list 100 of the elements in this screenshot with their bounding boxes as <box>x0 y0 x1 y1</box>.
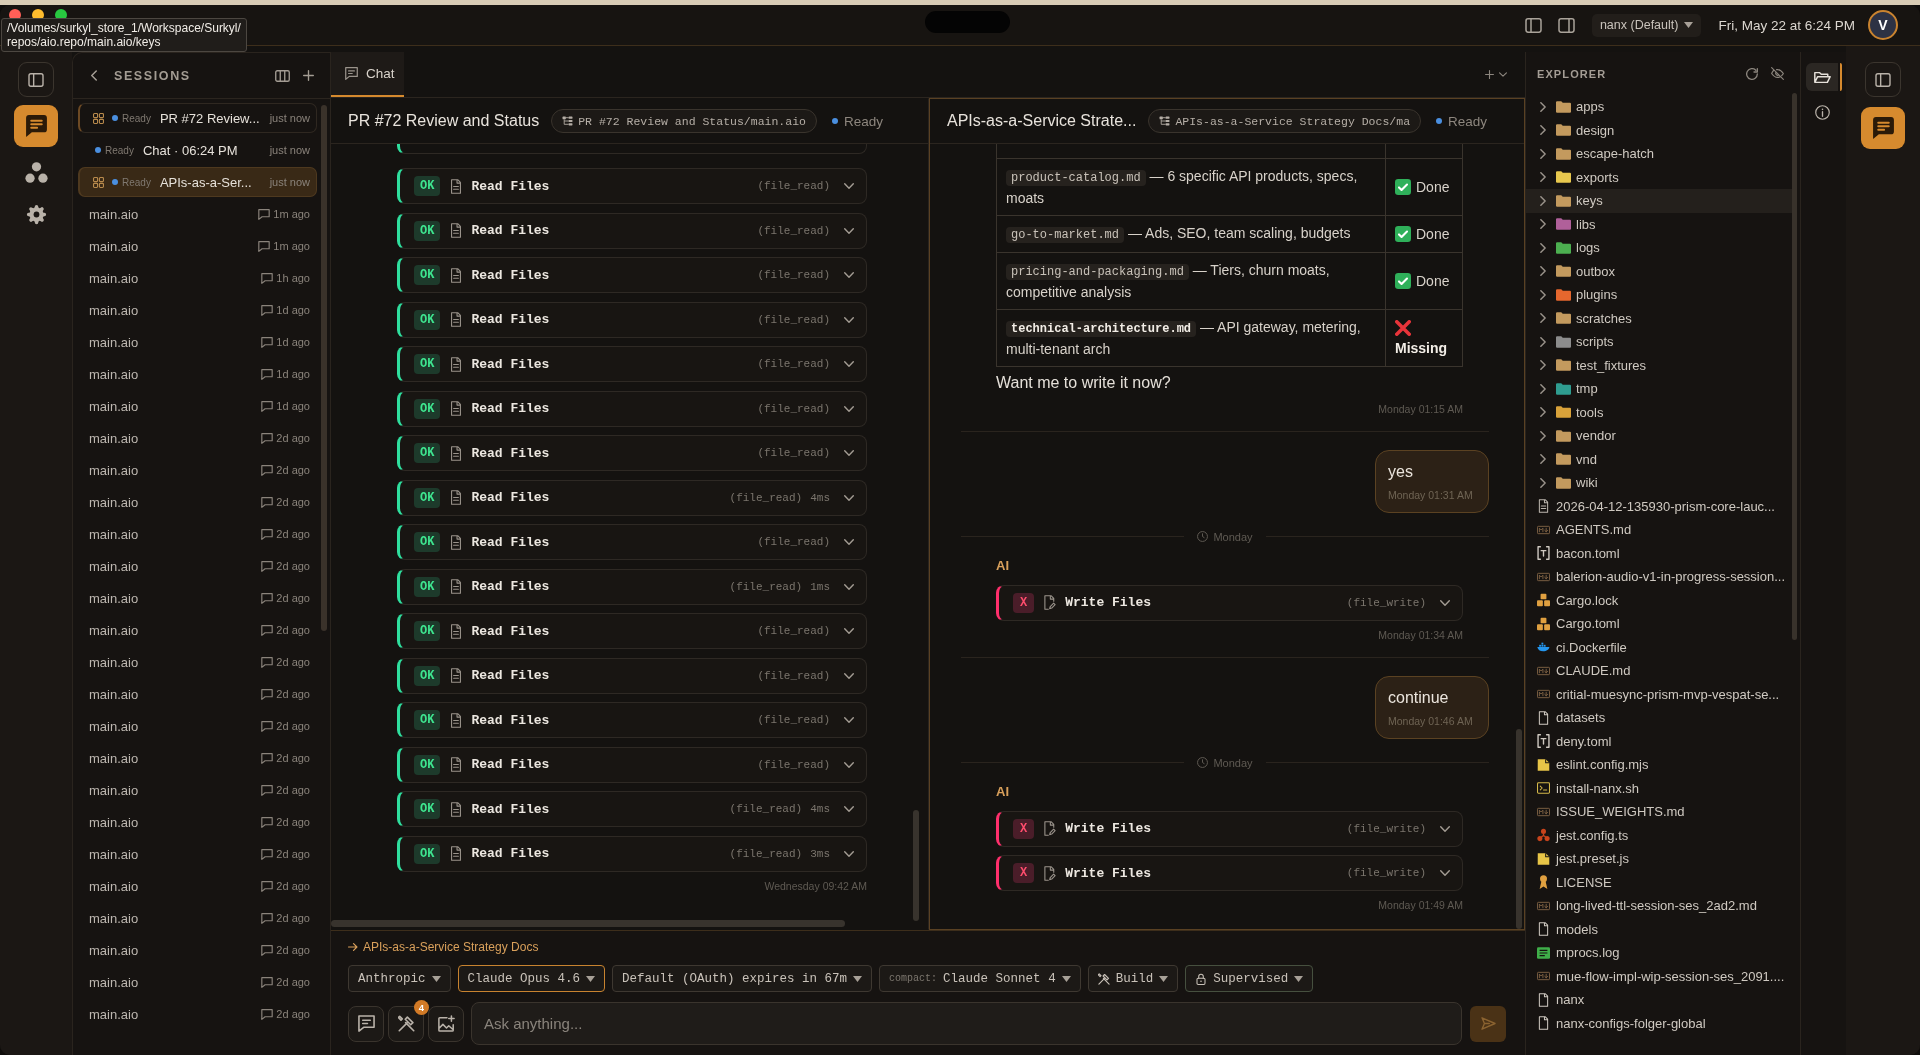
tree-item[interactable]: models <box>1526 917 1792 941</box>
message-input[interactable]: Ask anything... <box>471 1002 1462 1045</box>
tree-item[interactable]: tools <box>1526 400 1792 424</box>
files-button[interactable] <box>1805 63 1842 91</box>
avatar[interactable]: V <box>1868 10 1898 40</box>
session-item[interactable]: main.aio 2d ago <box>78 519 317 549</box>
tool-call-card[interactable]: OK Read Files (file_read) <box>397 702 867 738</box>
tool-call-card[interactable]: X Write Files (file_write) <box>996 584 1463 621</box>
tree-item[interactable]: logs <box>1526 236 1792 260</box>
tree-item[interactable]: nanx-configs-folger-global <box>1526 1011 1792 1035</box>
tree-item[interactable]: apps <box>1526 95 1792 119</box>
tree-item[interactable]: design <box>1526 118 1792 142</box>
session-item[interactable]: main.aio 2d ago <box>78 775 317 805</box>
tree-item[interactable]: escape-hatch <box>1526 142 1792 166</box>
tree-item[interactable]: nanx <box>1526 988 1792 1012</box>
tree-item[interactable]: mprocs.log <box>1526 941 1792 965</box>
session-item[interactable]: main.aio 2d ago <box>78 423 317 453</box>
tool-call-card[interactable]: OK Read Files (file_read) <box>397 257 867 293</box>
plus-icon[interactable] <box>303 70 314 81</box>
tree-item[interactable]: scratches <box>1526 306 1792 330</box>
tool-call-card[interactable]: OK Read Files (file_read) 3ms <box>397 835 867 872</box>
scrollbar[interactable] <box>913 810 919 921</box>
tool-call-card[interactable]: OK Read Files (file_read) <box>397 746 867 783</box>
tree-item[interactable]: plugins <box>1526 283 1792 307</box>
right-sidebar-icon[interactable] <box>1557 17 1575 33</box>
tree-item[interactable]: tmp <box>1526 377 1792 401</box>
chat-tab[interactable]: Chat <box>331 52 404 97</box>
tree-item[interactable]: CLAUDE.md <box>1526 659 1792 683</box>
context-link[interactable]: APIs-as-a-Service Strategy Docs <box>348 940 539 954</box>
session-item[interactable]: main.aio 2d ago <box>78 679 317 709</box>
session-item[interactable]: main.aio 2d ago <box>78 871 317 901</box>
left-sidebar-icon[interactable] <box>1524 17 1542 33</box>
tool-call-card[interactable]: OK Read Files (file_read) <box>397 301 867 338</box>
session-item[interactable]: main.aio 2d ago <box>78 647 317 677</box>
path-chip[interactable]: PR #72 Review and Status/main.aio <box>551 109 817 133</box>
session-item[interactable]: main.aio 2d ago <box>78 583 317 613</box>
tree-item[interactable]: bacon.toml <box>1526 541 1792 565</box>
tree-item[interactable]: jest.config.ts <box>1526 823 1792 847</box>
session-item[interactable]: main.aio 1d ago <box>78 359 317 389</box>
tool-call-card[interactable]: X Write Files (file_write) <box>996 855 1463 891</box>
tool-call-card[interactable]: OK Read Files (file_read) <box>397 346 867 382</box>
tree-item[interactable]: AGENTS.md <box>1526 518 1792 542</box>
session-item[interactable]: main.aio 1d ago <box>78 391 317 421</box>
tree-item[interactable]: ci.Dockerfile <box>1526 635 1792 659</box>
tree-item[interactable]: test_fixtures <box>1526 353 1792 377</box>
tool-call-card[interactable]: OK Read Files (file_read) 4ms <box>397 791 867 827</box>
scrollbar[interactable] <box>1792 93 1797 640</box>
columns-icon[interactable] <box>275 69 290 82</box>
tree-item[interactable]: eslint.config.mjs <box>1526 753 1792 777</box>
refresh-icon[interactable] <box>1746 67 1758 80</box>
tool-call-card[interactable]: OK Read Files (file_read) <box>397 613 867 649</box>
select-dropdown[interactable]: Anthropic <box>348 965 451 992</box>
tree-item[interactable]: libs <box>1526 212 1792 236</box>
session-item[interactable]: Ready PR #72 Review... just now <box>78 103 317 133</box>
tree-item[interactable]: vnd <box>1526 447 1792 471</box>
scrollbar[interactable] <box>321 105 327 631</box>
tool-call-card[interactable]: X Write Files (file_write) <box>996 810 1463 847</box>
tree-item[interactable]: outbox <box>1526 259 1792 283</box>
session-item[interactable]: main.aio 2d ago <box>78 999 317 1029</box>
tree-item[interactable]: scripts <box>1526 330 1792 354</box>
tree-item[interactable]: datasets <box>1526 706 1792 730</box>
session-item[interactable]: main.aio 2d ago <box>78 903 317 933</box>
select-dropdown[interactable]: Supervised <box>1185 965 1314 992</box>
tree-item[interactable]: exports <box>1526 165 1792 189</box>
tree-item[interactable]: balerion-audio-v1-in-progress-session... <box>1526 565 1792 589</box>
session-item[interactable]: main.aio 2d ago <box>78 551 317 581</box>
select-dropdown[interactable]: Build <box>1087 965 1179 992</box>
tree-item[interactable]: jest.preset.js <box>1526 847 1792 871</box>
scrollbar[interactable] <box>1516 729 1522 929</box>
image-button[interactable] <box>428 1005 464 1042</box>
back-icon[interactable] <box>91 70 97 81</box>
session-item[interactable]: main.aio 1m ago <box>78 231 317 261</box>
chat-mode-button[interactable] <box>348 1005 384 1042</box>
tool-call-card[interactable]: OK Read Files (file_read) <box>397 657 867 694</box>
session-item[interactable]: main.aio 1d ago <box>78 327 317 357</box>
sidebar-toggle-button[interactable] <box>18 62 54 97</box>
tool-call-card[interactable]: OK Read Files (file_read) <box>397 524 867 560</box>
session-item[interactable]: main.aio 2d ago <box>78 839 317 869</box>
chat-button[interactable] <box>1861 107 1905 149</box>
tree-item[interactable]: Cargo.lock <box>1526 588 1792 612</box>
path-chip[interactable]: APIs-as-a-Service Strategy Docs/ma <box>1148 109 1422 133</box>
tree-item[interactable]: install-nanx.sh <box>1526 776 1792 800</box>
tree-item[interactable]: Cargo.toml <box>1526 612 1792 636</box>
profile-dropdown[interactable]: nanx (Default) <box>1591 13 1702 37</box>
tree-item[interactable]: long-lived-ttl-session-ses_2ad2.md <box>1526 894 1792 918</box>
session-item[interactable]: main.aio 1h ago <box>78 263 317 293</box>
tree-item[interactable]: mue-flow-impl-wip-session-ses_2091.... <box>1526 964 1792 988</box>
session-item[interactable]: main.aio 2d ago <box>78 807 317 837</box>
session-item[interactable]: main.aio 2d ago <box>78 615 317 645</box>
tree-item[interactable]: wiki <box>1526 471 1792 495</box>
scrollbar[interactable] <box>331 920 845 927</box>
select-dropdown[interactable]: Default (OAuth) expires in 67m <box>612 965 873 992</box>
tree-item[interactable]: vendor <box>1526 424 1792 448</box>
session-item[interactable]: main.aio 1m ago <box>78 199 317 229</box>
sidebar-toggle-button[interactable] <box>1865 62 1901 97</box>
tool-call-card[interactable]: OK Read Files (file_read) <box>397 435 867 471</box>
select-dropdown[interactable]: compact: Claude Sonnet 4 <box>879 965 1081 992</box>
session-item[interactable]: Ready APIs-as-a-Ser... just now <box>78 167 317 197</box>
session-item[interactable]: main.aio 2d ago <box>78 711 317 741</box>
tree-item[interactable]: deny.toml <box>1526 729 1792 753</box>
